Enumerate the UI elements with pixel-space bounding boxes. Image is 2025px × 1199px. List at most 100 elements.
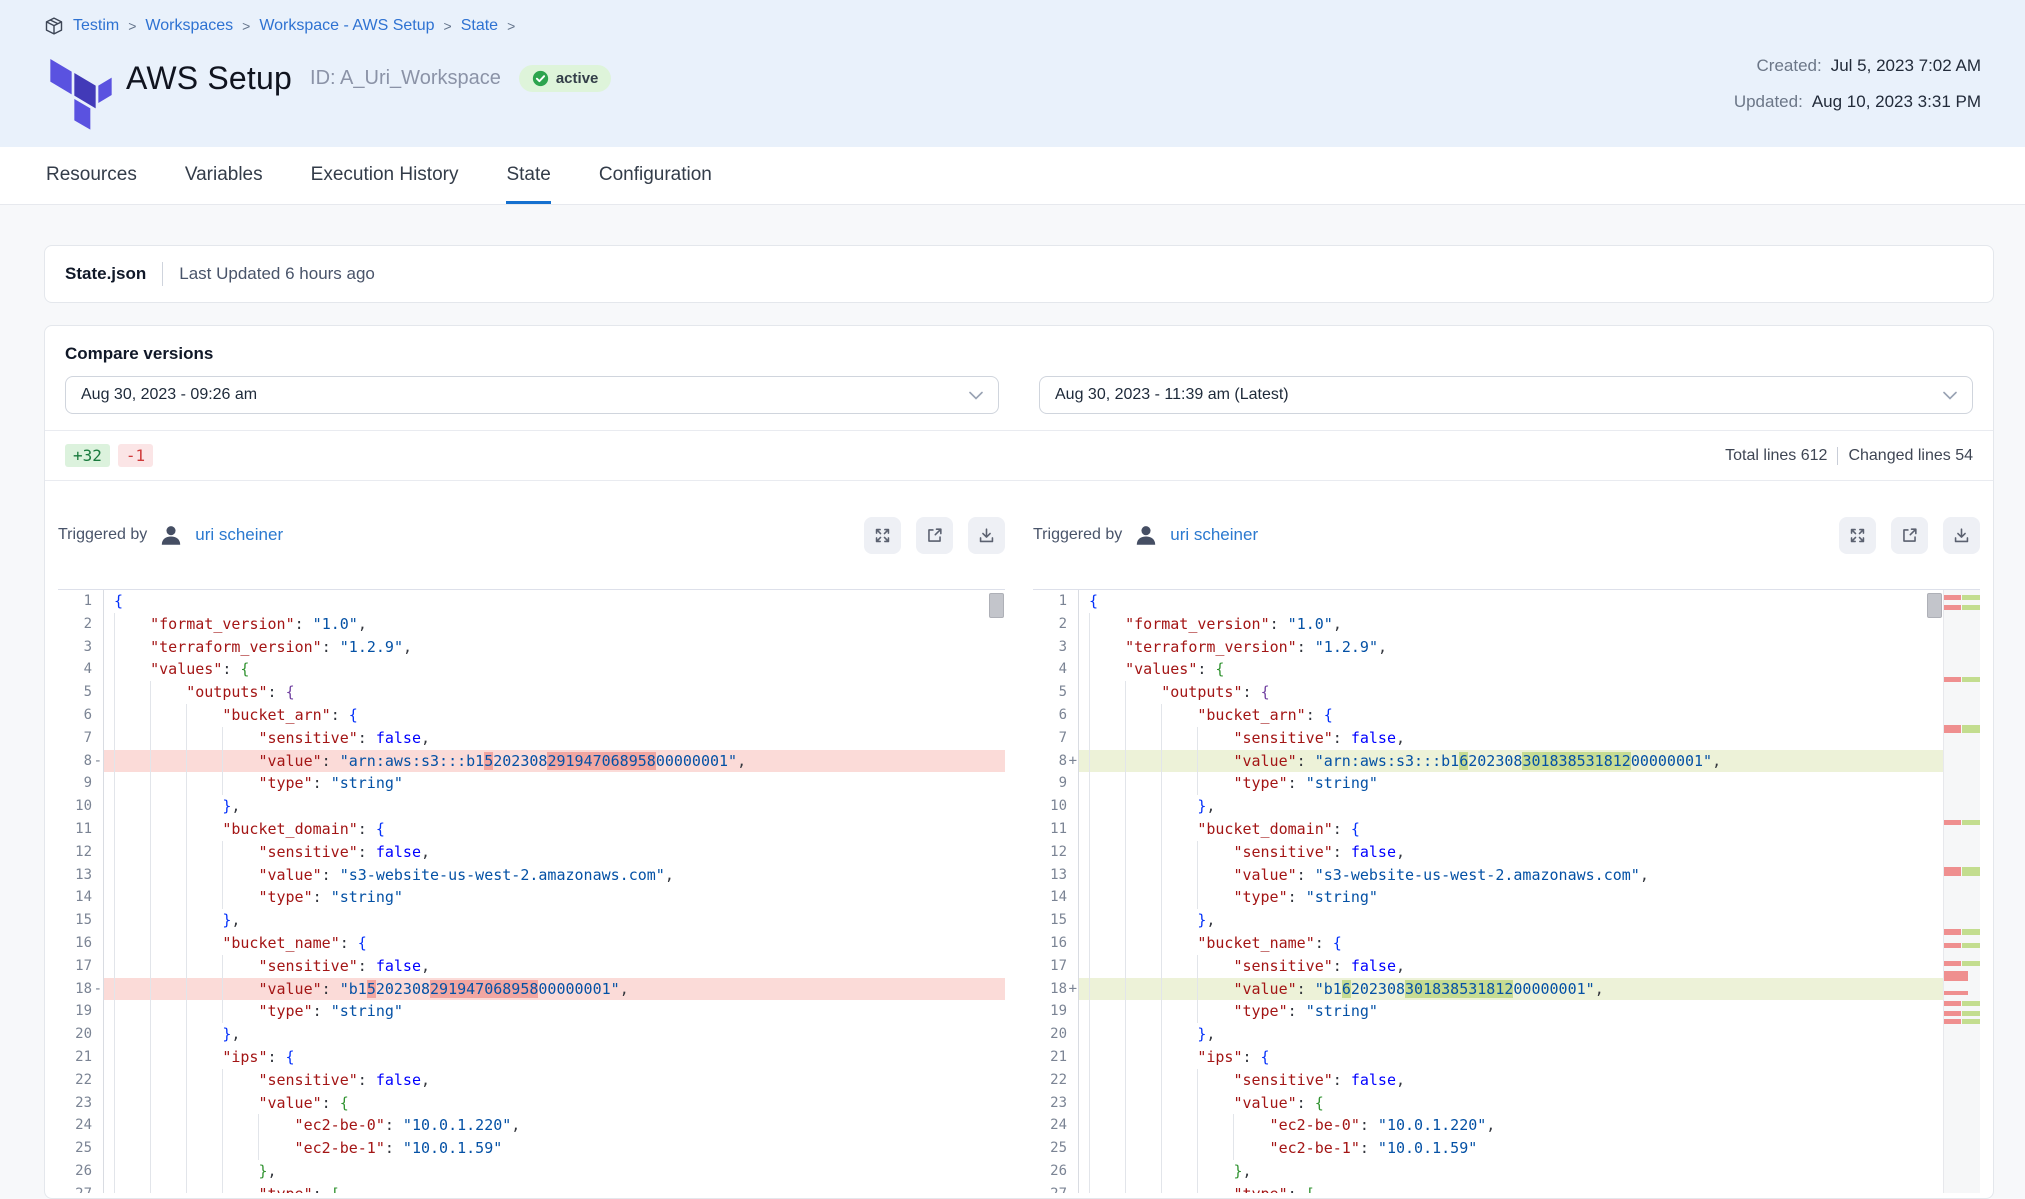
- chevron-down-icon: [969, 391, 983, 400]
- tab-variables[interactable]: Variables: [185, 147, 263, 204]
- fullscreen-button[interactable]: [1839, 517, 1876, 554]
- breadcrumb-item-workspaces[interactable]: Workspaces: [145, 17, 233, 35]
- tab-configuration[interactable]: Configuration: [599, 147, 712, 204]
- download-button[interactable]: [1943, 517, 1980, 554]
- package-box-icon: [44, 16, 64, 36]
- tab-state[interactable]: State: [506, 147, 550, 204]
- code-line: 3 "terraform_version": "1.2.9",: [58, 636, 1005, 659]
- line-number: 4: [1033, 658, 1079, 681]
- line-number: 1: [1033, 590, 1079, 613]
- code-line: 14 "type": "string": [58, 886, 1005, 909]
- code-line-content: "values": {: [1079, 658, 1980, 681]
- line-number: 16: [1033, 932, 1079, 955]
- code-line: 10 },: [1033, 795, 1980, 818]
- code-line-content: },: [104, 909, 1005, 932]
- additions-badge: +32: [65, 444, 110, 467]
- breadcrumb-item-state[interactable]: State: [461, 17, 498, 35]
- code-line: 18+ "value": "b1620230830183853181200000…: [1033, 978, 1980, 1001]
- code-line-content: "format_version": "1.0",: [104, 613, 1005, 636]
- code-line: 6 "bucket_arn": {: [58, 704, 1005, 727]
- code-line: 23 "value": {: [1033, 1092, 1980, 1115]
- code-line: 15 },: [1033, 909, 1980, 932]
- tab-resources[interactable]: Resources: [46, 147, 137, 204]
- code-line-content: "bucket_arn": {: [104, 704, 1005, 727]
- code-line: 21 "ips": {: [58, 1046, 1005, 1069]
- download-icon: [1952, 526, 1971, 545]
- code-line-content: "terraform_version": "1.2.9",: [104, 636, 1005, 659]
- code-line-content: },: [1079, 1160, 1980, 1183]
- code-editor-right: 1{2 "format_version": "1.0",3 "terraform…: [1033, 589, 1980, 1193]
- code-line-content: "value": "b1520230829194706895800000001"…: [104, 978, 1005, 1001]
- line-number: 20: [1033, 1023, 1079, 1046]
- code-line-content: {: [1079, 590, 1980, 613]
- line-number: 15: [58, 909, 104, 932]
- ruler-removed-mark: [1944, 943, 1961, 948]
- line-number: 9: [58, 772, 104, 795]
- ruler-added-mark: [1962, 595, 1980, 600]
- code-line: 8- "value": "arn:aws:s3:::b1520230829194…: [58, 750, 1005, 773]
- triggered-by-label: Triggered by: [58, 526, 147, 544]
- ruler-removed-mark: [1944, 605, 1961, 610]
- line-number: 2: [58, 613, 104, 636]
- code-line: 9 "type": "string": [1033, 772, 1980, 795]
- code-line-content: "type": "string": [1079, 772, 1980, 795]
- code-editor-left: 1{2 "format_version": "1.0",3 "terraform…: [58, 589, 1005, 1193]
- code-line-content: "value": "s3-website-us-west-2.amazonaws…: [1079, 864, 1980, 887]
- line-number: 7: [58, 727, 104, 750]
- code-line: 7 "sensitive": false,: [58, 727, 1005, 750]
- triggered-by-user-link[interactable]: uri scheiner: [1170, 525, 1258, 545]
- ruler-added-mark: [1962, 1019, 1980, 1024]
- download-button[interactable]: [968, 517, 1005, 554]
- breadcrumb-item-workspace-aws-setup[interactable]: Workspace - AWS Setup: [259, 17, 434, 35]
- code-line-content: "sensitive": false,: [1079, 727, 1980, 750]
- line-number: 12: [58, 841, 104, 864]
- breadcrumb-separator: >: [242, 18, 250, 34]
- code-line: 11 "bucket_domain": {: [1033, 818, 1980, 841]
- version-select-left-value: Aug 30, 2023 - 09:26 am: [81, 386, 257, 404]
- scrollbar-thumb[interactable]: [1927, 593, 1942, 618]
- scrollbar-thumb[interactable]: [989, 593, 1004, 618]
- line-number: 12: [1033, 841, 1079, 864]
- ruler-added-mark: [1962, 725, 1980, 733]
- breadcrumb-separator: >: [444, 18, 452, 34]
- code-line-content: "ips": {: [104, 1046, 1005, 1069]
- line-number: 27: [58, 1183, 104, 1193]
- line-number: 22: [58, 1069, 104, 1092]
- code-line: 24 "ec2-be-0": "10.0.1.220",: [58, 1114, 1005, 1137]
- version-select-right-value: Aug 30, 2023 - 11:39 am (Latest): [1055, 386, 1289, 404]
- code-line: 9 "type": "string": [58, 772, 1005, 795]
- open-external-button[interactable]: [916, 517, 953, 554]
- code-line: 21 "ips": {: [1033, 1046, 1980, 1069]
- line-number: 8-: [58, 750, 104, 773]
- code-line: 26 },: [1033, 1160, 1980, 1183]
- version-select-right[interactable]: Aug 30, 2023 - 11:39 am (Latest): [1039, 376, 1973, 414]
- created-value: Jul 5, 2023 7:02 AM: [1831, 56, 1981, 76]
- code-line-content: },: [1079, 1023, 1980, 1046]
- triggered-by-user-link[interactable]: uri scheiner: [195, 525, 283, 545]
- open-external-button[interactable]: [1891, 517, 1928, 554]
- line-number: 27: [1033, 1183, 1079, 1193]
- version-select-left[interactable]: Aug 30, 2023 - 09:26 am: [65, 376, 999, 414]
- diff-pane-left: Triggered by uri scheiner 1{2 "format_ve…: [58, 481, 1005, 1193]
- line-number: 1: [58, 590, 104, 613]
- code-line-content: "type": "string": [104, 1000, 1005, 1023]
- ruler-added-mark: [1962, 867, 1980, 876]
- check-circle-icon: [532, 70, 549, 87]
- ruler-removed-mark: [1944, 971, 1968, 981]
- code-line-content: "value": "arn:aws:s3:::b1620230830183853…: [1079, 750, 1980, 773]
- fullscreen-button[interactable]: [864, 517, 901, 554]
- ruler-removed-mark: [1944, 820, 1961, 825]
- code-line: 4 "values": {: [1033, 658, 1980, 681]
- line-number: 15: [1033, 909, 1079, 932]
- code-line-content: "ips": {: [1079, 1046, 1980, 1069]
- breadcrumb-separator: >: [128, 18, 136, 34]
- tab-execution-history[interactable]: Execution History: [311, 147, 459, 204]
- code-line: 20 },: [1033, 1023, 1980, 1046]
- code-line: 15 },: [58, 909, 1005, 932]
- breadcrumb-item-testim[interactable]: Testim: [73, 17, 119, 35]
- total-lines: Total lines 612: [1725, 447, 1827, 465]
- code-line: 7 "sensitive": false,: [1033, 727, 1980, 750]
- code-line-content: "sensitive": false,: [104, 841, 1005, 864]
- state-file-last-updated: Last Updated 6 hours ago: [179, 264, 375, 284]
- terraform-logo: [49, 52, 113, 138]
